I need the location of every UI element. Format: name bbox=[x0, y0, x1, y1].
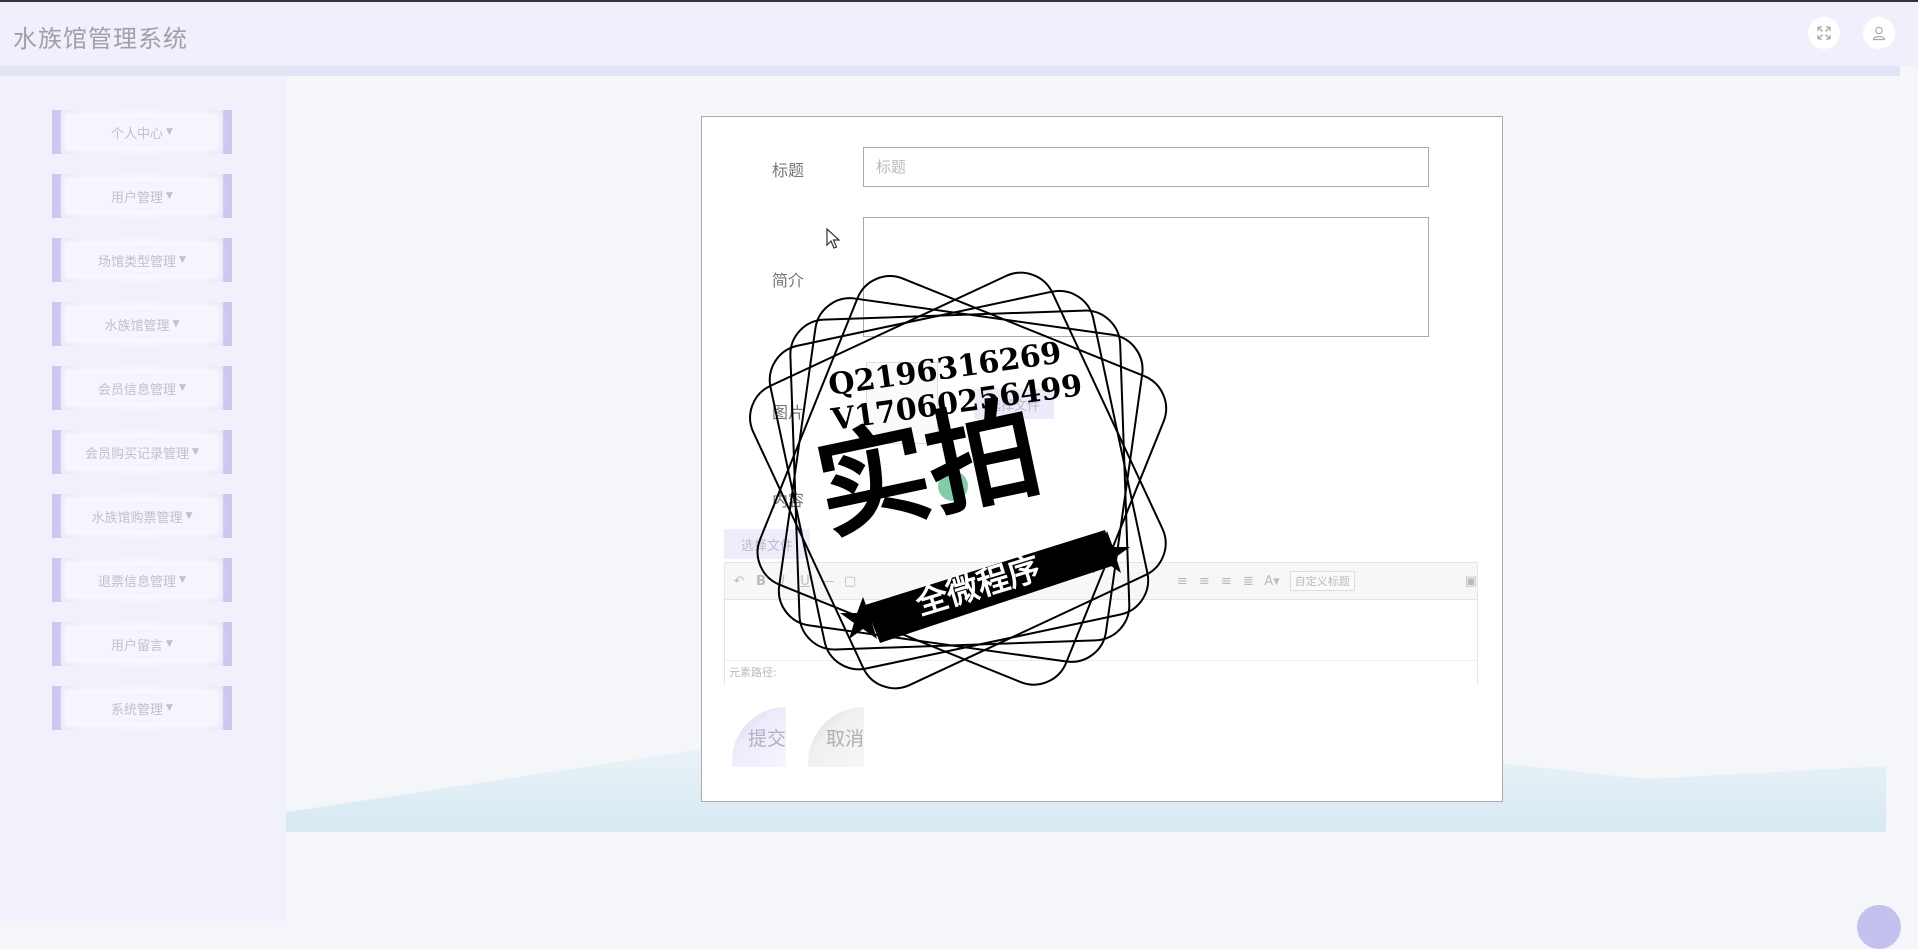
chevron-down-icon: ▼ bbox=[179, 255, 186, 265]
chevron-down-icon: ▼ bbox=[172, 319, 180, 329]
sidebar-item-aquarium-management[interactable]: 水族馆管理 ▼ bbox=[52, 302, 232, 346]
sidebar-item-label: 系统管理 bbox=[111, 702, 164, 718]
sidebar-item-label: 水族馆管理 bbox=[104, 318, 170, 334]
sidebar-item-ticket-purchase-management[interactable]: 水族馆购票管理 ▼ bbox=[52, 494, 232, 538]
align-center-icon[interactable]: ≡ bbox=[1198, 574, 1210, 589]
chevron-down-icon: ▼ bbox=[166, 639, 173, 649]
sidebar-item-personal-center[interactable]: 个人中心 ▼ bbox=[52, 110, 232, 154]
sidebar-item-label: 场馆类型管理 bbox=[98, 254, 177, 270]
sidebar-item-member-purchase-records[interactable]: 会员购买记录管理 ▼ bbox=[52, 430, 232, 474]
align-justify-icon[interactable]: ≣ bbox=[1242, 574, 1254, 589]
top-header: 水族馆管理系统 bbox=[0, 2, 1918, 66]
user-avatar-icon bbox=[1872, 26, 1886, 41]
watermark-stamp: Q2196316269 V17060256499 实拍 全微程序 bbox=[749, 271, 1168, 690]
watermark-ribbon-text: 全微程序 bbox=[910, 549, 1044, 623]
sidebar-item-label: 用户管理 bbox=[111, 190, 164, 206]
sidebar-item-label: 个人中心 bbox=[111, 126, 164, 142]
expand-arrows-icon bbox=[1817, 26, 1831, 40]
title-label: 标题 bbox=[772, 161, 805, 180]
sidebar-item-label: 退票信息管理 bbox=[98, 574, 177, 590]
floating-action-button[interactable] bbox=[1857, 905, 1901, 949]
sidebar-item-user-messages[interactable]: 用户留言 ▼ bbox=[52, 622, 232, 666]
cancel-button[interactable]: 取消 bbox=[808, 707, 864, 767]
chevron-down-icon: ▼ bbox=[166, 703, 173, 713]
title-input[interactable] bbox=[863, 147, 1429, 187]
submit-button[interactable]: 提交 bbox=[732, 707, 786, 767]
sidebar: 个人中心 ▼ 用户管理 ▼ 场馆类型管理 ▼ 水族馆管理 ▼ 会员信息管理 ▼ 会员购买记… bbox=[0, 76, 286, 921]
header-underline bbox=[0, 66, 1900, 76]
chevron-down-icon: ▼ bbox=[185, 511, 193, 521]
chevron-down-icon: ▼ bbox=[192, 447, 199, 457]
sidebar-item-venue-type-management[interactable]: 场馆类型管理 ▼ bbox=[52, 238, 232, 282]
app-title: 水族馆管理系统 bbox=[13, 25, 188, 53]
sidebar-item-system-management[interactable]: 系统管理 ▼ bbox=[52, 686, 232, 730]
fullscreen-icon[interactable] bbox=[1808, 17, 1840, 49]
background-bottom bbox=[286, 832, 1886, 921]
sidebar-item-refund-info-management[interactable]: 退票信息管理 ▼ bbox=[52, 558, 232, 602]
chevron-down-icon: ▼ bbox=[166, 127, 173, 137]
chevron-down-icon: ▼ bbox=[179, 575, 186, 585]
mouse-cursor-icon bbox=[826, 228, 841, 249]
align-right-icon[interactable]: ≡ bbox=[1220, 574, 1232, 589]
chevron-down-icon: ▼ bbox=[166, 191, 173, 201]
custom-heading-select[interactable]: 自定义标题 bbox=[1289, 571, 1355, 591]
user-icon[interactable] bbox=[1863, 17, 1895, 49]
sidebar-item-label: 会员购买记录管理 bbox=[85, 446, 190, 462]
sidebar-item-label: 水族馆购票管理 bbox=[91, 510, 183, 526]
chevron-down-icon: ▼ bbox=[179, 383, 186, 393]
sidebar-item-label: 用户留言 bbox=[111, 638, 164, 654]
sidebar-item-label: 会员信息管理 bbox=[98, 382, 177, 398]
sidebar-item-member-info-management[interactable]: 会员信息管理 ▼ bbox=[52, 366, 232, 410]
font-color-icon[interactable]: A▾ bbox=[1264, 574, 1279, 589]
fullscreen-editor-icon[interactable]: ▣ bbox=[1465, 574, 1477, 589]
sidebar-item-user-management[interactable]: 用户管理 ▼ bbox=[52, 174, 232, 218]
